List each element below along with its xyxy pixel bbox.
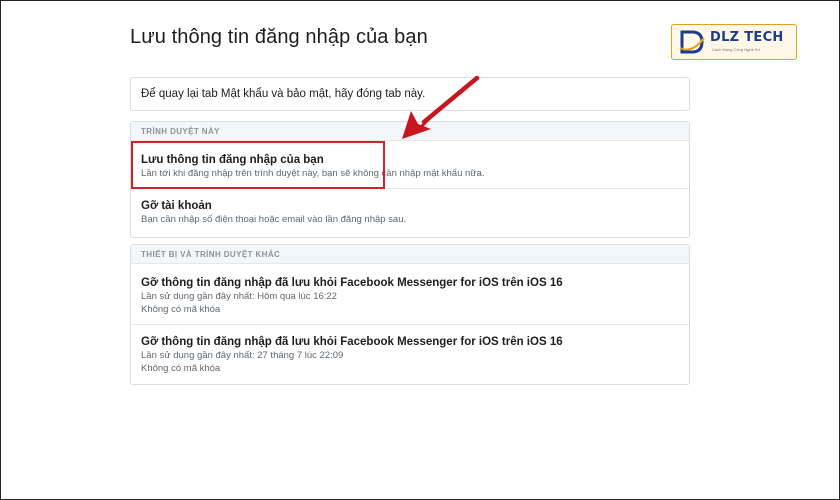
last-used-text: Lần sử dụng gần đây nhất: 27 tháng 7 lúc… — [141, 350, 344, 361]
section-header-this-browser: TRÌNH DUYỆT NÀY — [131, 122, 689, 141]
page-title: Lưu thông tin đăng nhập của bạn — [130, 26, 428, 48]
passcode-status: Không có mã khóa — [141, 304, 221, 315]
option-subtitle: Lần tới khi đăng nhập trên trình duyệt n… — [141, 168, 485, 179]
remove-saved-login-option[interactable]: Gỡ thông tin đăng nhập đã lưu khỏi Faceb… — [131, 264, 689, 325]
save-login-info-option[interactable]: Lưu thông tin đăng nhập của bạn Lần tới … — [131, 141, 689, 189]
option-title: Gỡ tài khoản — [141, 200, 212, 212]
info-text: Để quay lại tab Mật khẩu và bảo mật, hãy… — [141, 88, 426, 100]
option-title: Lưu thông tin đăng nhập của bạn — [141, 154, 324, 166]
option-subtitle: Bạn cần nhập số điện thoại hoặc email và… — [141, 214, 407, 225]
dlz-tech-logo: DLZ TECH Cách Mạng Công Nghệ Số — [671, 24, 797, 60]
remove-account-option[interactable]: Gỡ tài khoản Bạn cần nhập số điện thoại … — [131, 189, 689, 238]
option-title: Gỡ thông tin đăng nhập đã lưu khỏi Faceb… — [141, 277, 563, 289]
option-title: Gỡ thông tin đăng nhập đã lưu khỏi Faceb… — [141, 336, 563, 348]
last-used-text: Lần sử dụng gần đây nhất: Hôm qua lúc 16… — [141, 291, 337, 302]
logo-tagline: Cách Mạng Công Nghệ Số — [712, 47, 760, 52]
dlz-logo-icon — [679, 30, 705, 54]
this-browser-section: TRÌNH DUYỆT NÀY Lưu thông tin đăng nhập … — [130, 121, 690, 238]
other-devices-section: THIẾT BỊ VÀ TRÌNH DUYỆT KHÁC Gỡ thông ti… — [130, 244, 690, 385]
passcode-status: Không có mã khóa — [141, 363, 221, 374]
logo-text: DLZ TECH — [710, 30, 784, 45]
remove-saved-login-option[interactable]: Gỡ thông tin đăng nhập đã lưu khỏi Faceb… — [131, 325, 689, 385]
section-header-other-devices: THIẾT BỊ VÀ TRÌNH DUYỆT KHÁC — [131, 245, 689, 264]
info-card: Để quay lại tab Mật khẩu và bảo mật, hãy… — [130, 77, 690, 111]
